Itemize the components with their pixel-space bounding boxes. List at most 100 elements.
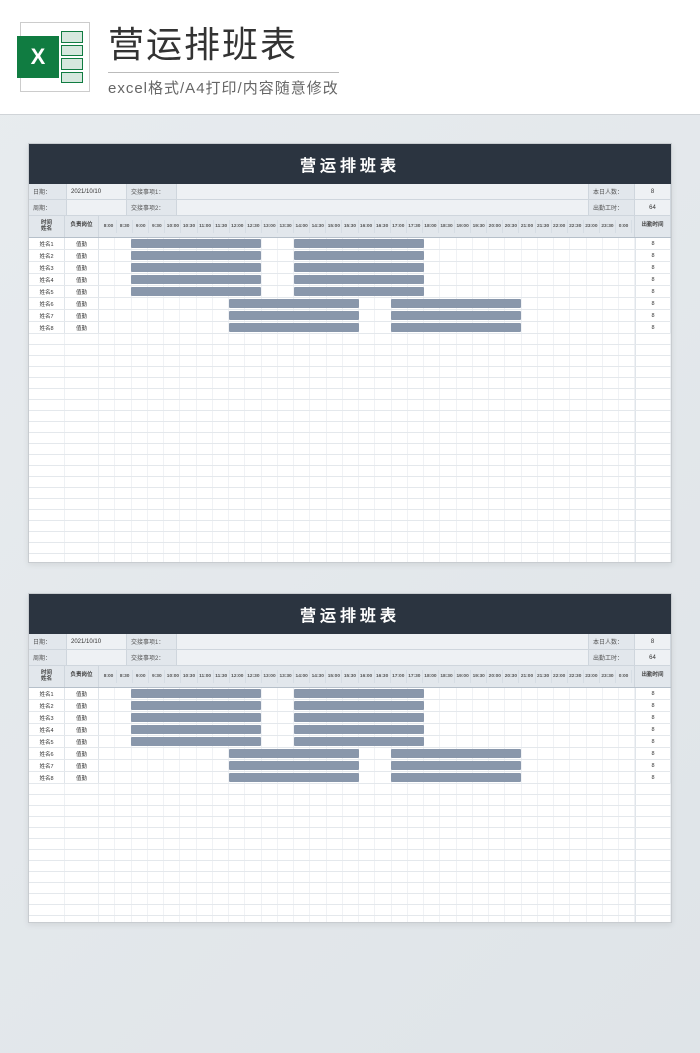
- week-value: [67, 650, 127, 665]
- empty-row: [29, 521, 671, 532]
- note1-value: [177, 184, 589, 199]
- empty-row: [29, 872, 671, 883]
- schedule-header: 时间姓名 负责岗位 8:008:309:009:3010:0010:3011:0…: [29, 666, 671, 688]
- row-name: 姓名3: [29, 262, 65, 273]
- row-hours: 8: [635, 760, 671, 771]
- row-hours: 8: [635, 274, 671, 285]
- note1-label: 交接事项1：: [127, 184, 177, 199]
- shift-bar: [229, 299, 359, 308]
- row-role: 值勤: [65, 238, 99, 249]
- note2-value: [177, 650, 589, 665]
- row-hours: 8: [635, 298, 671, 309]
- sheet-title: 营运排班表: [29, 594, 671, 634]
- time-col-header: 8:00: [101, 220, 117, 233]
- hdr-sum: 出勤时间: [635, 216, 671, 237]
- row-name: 姓名7: [29, 760, 65, 771]
- hdr-role: 负责岗位: [65, 216, 99, 237]
- row-role: 值勤: [65, 274, 99, 285]
- time-col-header: 16:00: [359, 670, 375, 683]
- sheet-preview-2: 营运排班表 日期： 2021/10/10 交接事项1： 本日人数： 8 周期： …: [28, 593, 672, 923]
- time-col-header: 23:00: [584, 220, 600, 233]
- preview-stack: 营运排班表 日期： 2021/10/10 交接事项1： 本日人数： 8 周期： …: [0, 125, 700, 1053]
- empty-row: [29, 784, 671, 795]
- time-col-header: 22:30: [568, 220, 584, 233]
- time-col-header: 10:00: [165, 220, 181, 233]
- row-name: 姓名7: [29, 310, 65, 321]
- shift-bar: [229, 761, 359, 770]
- time-col-header: 12:00: [230, 220, 246, 233]
- time-col-header: 10:30: [181, 220, 197, 233]
- schedule-row: 姓名5 值勤 8: [29, 286, 671, 298]
- week-label: 周期：: [29, 650, 67, 665]
- empty-row: [29, 806, 671, 817]
- empty-row: [29, 828, 671, 839]
- schedule-header: 时间姓名 负责岗位 8:008:309:009:3010:0010:3011:0…: [29, 216, 671, 238]
- time-col-header: 21:30: [536, 220, 552, 233]
- empty-row: [29, 905, 671, 916]
- shift-bar: [131, 725, 261, 734]
- time-col-header: 21:30: [536, 670, 552, 683]
- row-gantt: [99, 748, 635, 759]
- time-col-header: 19:00: [455, 670, 471, 683]
- shift-bar: [391, 323, 521, 332]
- empty-row: [29, 543, 671, 554]
- week-label: 周期：: [29, 200, 67, 215]
- hours-value: 64: [635, 650, 671, 665]
- info-row-1: 日期： 2021/10/10 交接事项1： 本日人数： 8: [29, 634, 671, 650]
- time-col-header: 0:00: [616, 670, 632, 683]
- shift-bar: [131, 713, 261, 722]
- row-role: 值勤: [65, 688, 99, 699]
- time-col-header: 10:00: [165, 670, 181, 683]
- time-col-header: 9:30: [149, 220, 165, 233]
- schedule-row: 姓名4 值勤 8: [29, 274, 671, 286]
- shift-bar: [294, 725, 424, 734]
- schedule-row: 姓名8 值勤 8: [29, 772, 671, 784]
- row-gantt: [99, 712, 635, 723]
- empty-row: [29, 367, 671, 378]
- time-col-header: 16:30: [375, 670, 391, 683]
- row-hours: 8: [635, 310, 671, 321]
- empty-row: [29, 455, 671, 466]
- empty-row: [29, 916, 671, 922]
- row-hours: 8: [635, 322, 671, 333]
- hdr-role: 负责岗位: [65, 666, 99, 687]
- info-row-2: 周期： 交接事项2： 出勤工时： 64: [29, 200, 671, 216]
- row-hours: 8: [635, 772, 671, 783]
- time-col-header: 13:30: [278, 670, 294, 683]
- header-banner: X 营运排班表 excel格式/A4打印/内容随意修改: [0, 0, 700, 115]
- shift-bar: [131, 287, 261, 296]
- time-col-header: 21:00: [519, 670, 535, 683]
- time-col-header: 22:00: [552, 220, 568, 233]
- info-row-1: 日期： 2021/10/10 交接事项1： 本日人数： 8: [29, 184, 671, 200]
- banner-text: 营运排班表 excel格式/A4打印/内容随意修改: [108, 16, 339, 98]
- row-gantt: [99, 310, 635, 321]
- row-gantt: [99, 772, 635, 783]
- time-col-header: 14:00: [294, 220, 310, 233]
- empty-row: [29, 466, 671, 477]
- note1-value: [177, 634, 589, 649]
- empty-row: [29, 433, 671, 444]
- row-name: 姓名1: [29, 238, 65, 249]
- empty-row: [29, 334, 671, 345]
- time-col-header: 19:00: [455, 220, 471, 233]
- count-label: 本日人数：: [589, 634, 635, 649]
- row-name: 姓名8: [29, 772, 65, 783]
- empty-row: [29, 839, 671, 850]
- row-hours: 8: [635, 286, 671, 297]
- shift-bar: [391, 311, 521, 320]
- shift-bar: [391, 761, 521, 770]
- empty-row: [29, 554, 671, 562]
- row-name: 姓名5: [29, 286, 65, 297]
- time-col-header: 17:30: [407, 220, 423, 233]
- row-hours: 8: [635, 712, 671, 723]
- banner-title: 营运排班表: [108, 16, 339, 68]
- note2-label: 交接事项2：: [127, 200, 177, 215]
- time-col-header: 20:30: [503, 670, 519, 683]
- schedule-row: 姓名2 值勤 8: [29, 700, 671, 712]
- schedule-row: 姓名5 值勤 8: [29, 736, 671, 748]
- row-gantt: [99, 262, 635, 273]
- row-gantt: [99, 238, 635, 249]
- time-col-header: 12:30: [246, 670, 262, 683]
- time-col-header: 17:00: [391, 670, 407, 683]
- row-gantt: [99, 298, 635, 309]
